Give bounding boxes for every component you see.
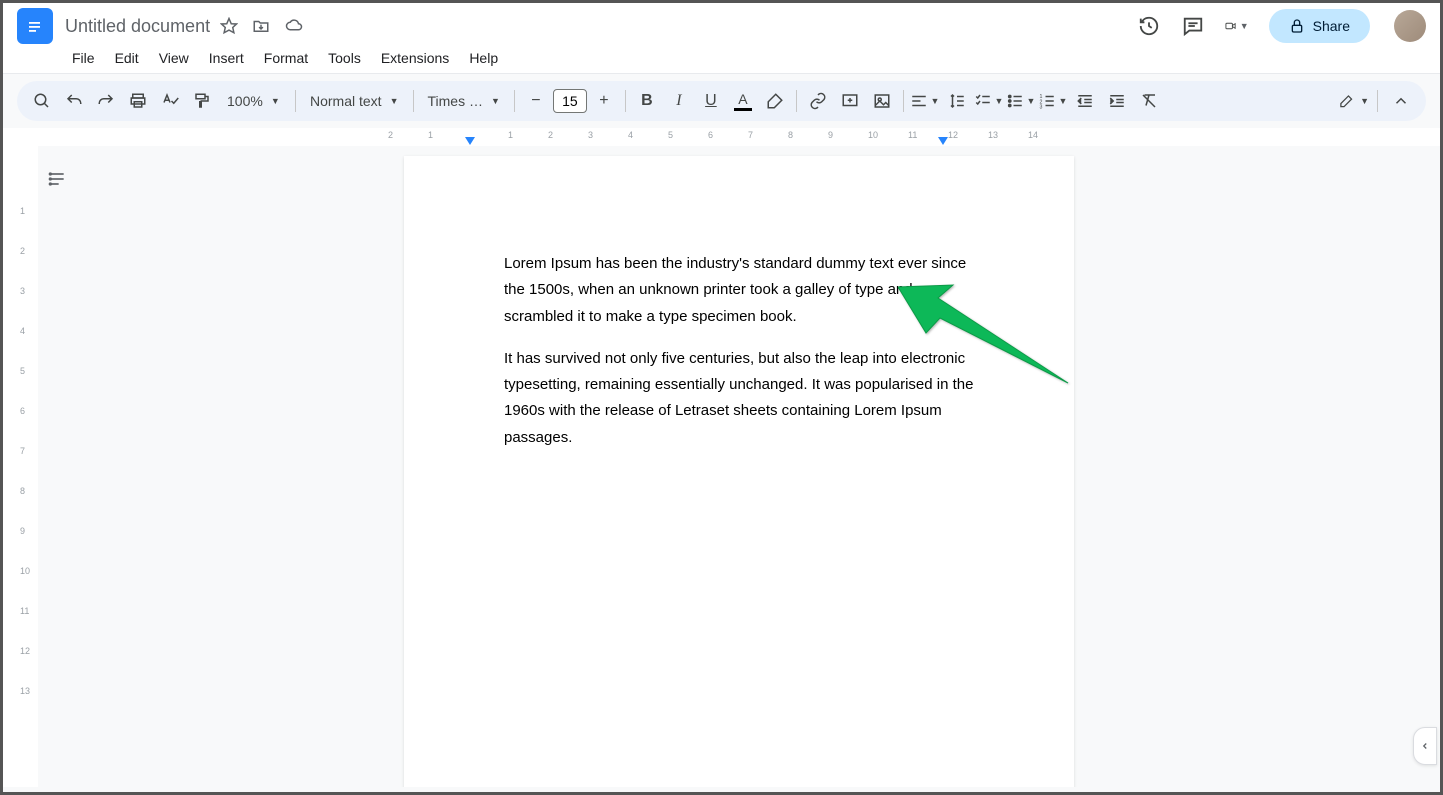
title-row: Untitled document ▼ Share [3,3,1440,43]
font-select[interactable]: Times …▼ [420,89,508,113]
svg-text:3: 3 [1040,105,1043,111]
paint-format-icon[interactable] [187,87,217,115]
font-size-group: − + [521,87,619,115]
search-icon[interactable] [27,87,57,115]
menu-format[interactable]: Format [255,45,317,73]
bullet-list-icon[interactable]: ▼ [1006,87,1036,115]
insert-image-icon[interactable] [867,87,897,115]
separator [903,90,904,112]
document-body[interactable]: Lorem Ipsum has been the industry's stan… [504,251,974,451]
menu-bar: File Edit View Insert Format Tools Exten… [3,43,1440,73]
document-page[interactable]: Lorem Ipsum has been the industry's stan… [404,156,1074,787]
toolbar: 100%▼ Normal text▼ Times …▼ − + B I U A … [17,81,1426,121]
chevron-down-icon: ▼ [390,96,399,106]
separator [1377,90,1378,112]
checklist-icon[interactable]: ▼ [974,87,1004,115]
underline-icon[interactable]: U [696,87,726,115]
bold-icon[interactable]: B [632,87,662,115]
menu-view[interactable]: View [150,45,198,73]
docs-logo[interactable] [17,8,53,44]
highlight-icon[interactable] [760,87,790,115]
chevron-down-icon: ▼ [930,96,939,106]
decrease-font-icon[interactable]: − [521,87,551,115]
separator [413,90,414,112]
menu-extensions[interactable]: Extensions [372,45,458,73]
undo-icon[interactable] [59,87,89,115]
document-title[interactable]: Untitled document [65,16,210,37]
separator [796,90,797,112]
print-icon[interactable] [123,87,153,115]
chevron-down-icon: ▼ [1058,96,1067,106]
toolbar-right: ▼ [1339,87,1416,115]
decrease-indent-icon[interactable] [1070,87,1100,115]
user-avatar[interactable] [1394,10,1426,42]
chevron-down-icon: ▼ [1240,21,1249,31]
chevron-down-icon: ▼ [1026,96,1035,106]
separator [625,90,626,112]
vertical-ruler[interactable]: 1 2 3 4 5 6 7 8 9 10 11 12 13 [3,128,38,787]
share-label: Share [1313,18,1350,34]
spellcheck-icon[interactable] [155,87,185,115]
canvas-area[interactable]: Lorem Ipsum has been the industry's stan… [38,128,1440,787]
workspace: 1 2 3 4 5 6 7 8 9 10 11 12 13 2 1 1 2 3 … [3,128,1440,787]
redo-icon[interactable] [91,87,121,115]
right-actions: ▼ Share [1137,9,1426,43]
app-header: Untitled document ▼ Share File Edit View… [3,3,1440,74]
editing-mode-icon[interactable]: ▼ [1339,87,1369,115]
lock-icon [1289,18,1305,34]
align-icon[interactable]: ▼ [910,87,940,115]
separator [514,90,515,112]
zoom-select[interactable]: 100%▼ [219,89,289,113]
paragraph-1[interactable]: Lorem Ipsum has been the industry's stan… [504,251,974,330]
menu-help[interactable]: Help [460,45,507,73]
menu-tools[interactable]: Tools [319,45,370,73]
chevron-down-icon: ▼ [491,96,500,106]
font-size-input[interactable] [553,89,587,113]
menu-edit[interactable]: Edit [106,45,148,73]
menu-file[interactable]: File [63,45,104,73]
chevron-down-icon: ▼ [1360,96,1369,106]
chevron-down-icon: ▼ [994,96,1003,106]
comment-icon[interactable] [1181,14,1205,38]
line-spacing-icon[interactable] [942,87,972,115]
separator [295,90,296,112]
star-icon[interactable] [220,17,238,35]
collapse-toolbar-icon[interactable] [1386,87,1416,115]
paragraph-2[interactable]: It has survived not only five centuries,… [504,346,974,451]
increase-indent-icon[interactable] [1102,87,1132,115]
italic-icon[interactable]: I [664,87,694,115]
increase-font-icon[interactable]: + [589,87,619,115]
move-icon[interactable] [252,17,270,35]
share-button[interactable]: Share [1269,9,1370,43]
menu-insert[interactable]: Insert [200,45,253,73]
style-select[interactable]: Normal text▼ [302,89,407,113]
add-comment-icon[interactable] [835,87,865,115]
meet-icon[interactable]: ▼ [1225,14,1249,38]
history-icon[interactable] [1137,14,1161,38]
title-icons [220,17,304,35]
text-color-icon[interactable]: A [728,87,758,115]
side-panel-toggle-icon[interactable] [1413,727,1437,765]
numbered-list-icon[interactable]: 123▼ [1038,87,1068,115]
cloud-icon[interactable] [284,17,304,35]
link-icon[interactable] [803,87,833,115]
clear-format-icon[interactable] [1134,87,1164,115]
chevron-down-icon: ▼ [271,96,280,106]
